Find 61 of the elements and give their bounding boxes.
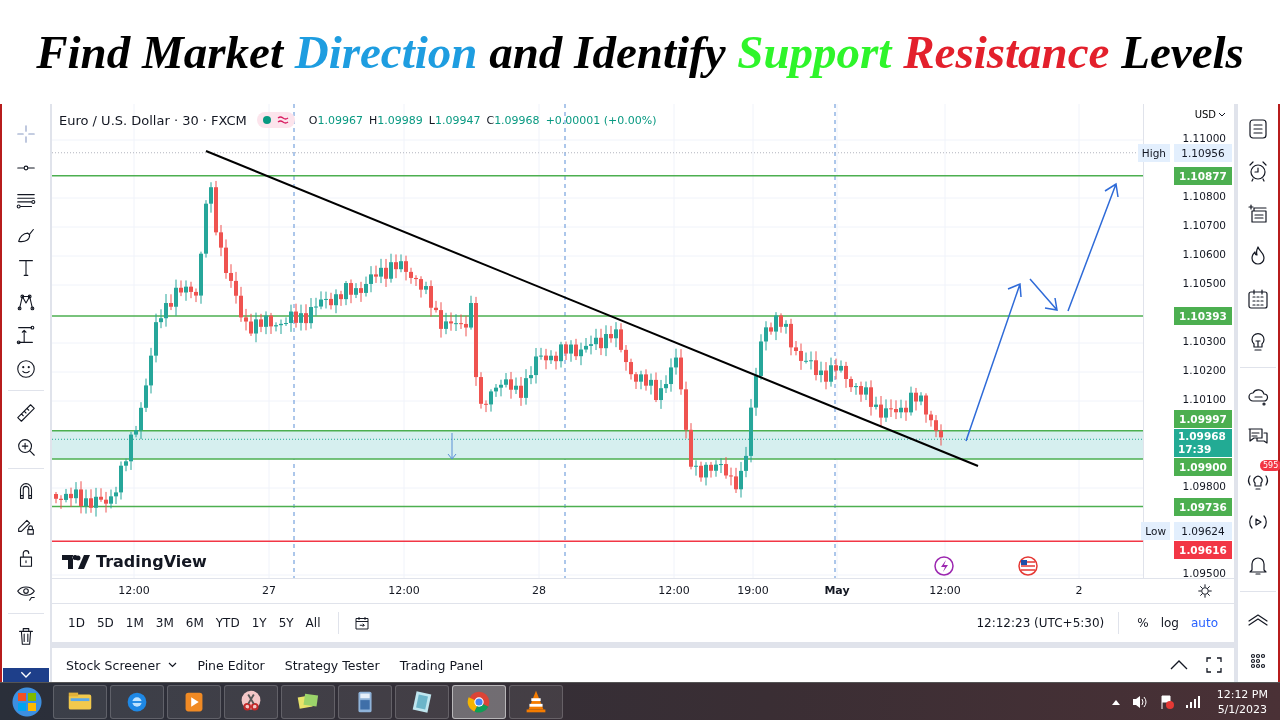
current-price: 1.09968 (1178, 430, 1226, 444)
range-button[interactable]: YTD (211, 614, 244, 633)
ohlc-value: C1.09968 (486, 113, 540, 127)
price-badge: 1.09900 (1174, 458, 1232, 477)
price-badge: 1.10393 (1174, 307, 1232, 326)
price-tick: 1.09500 (1182, 567, 1226, 580)
price-tick: 1.11000 (1182, 132, 1226, 145)
range-button[interactable]: 1Y (247, 614, 271, 633)
symbol-title[interactable]: Euro / U.S. Dollar · 30 · FXCM (59, 112, 247, 128)
price-change: +0.00001 (+0.00%) (545, 113, 657, 127)
scale-button[interactable]: auto (1187, 614, 1222, 633)
range-button[interactable]: 6M (181, 614, 208, 633)
system-clock[interactable]: 12:12 PM 5/1/2023 (1216, 686, 1268, 717)
range-button[interactable]: 3M (151, 614, 178, 633)
range-button[interactable]: 1M (121, 614, 148, 633)
time-label: May (824, 584, 850, 598)
price-tick: 1.10200 (1182, 364, 1226, 377)
price-badge: 1.09736 (1174, 497, 1232, 516)
time-label: 12:00 (388, 584, 420, 598)
price-tick: 1.10600 (1182, 248, 1226, 261)
scale-button[interactable]: % (1133, 614, 1153, 633)
currency-selector[interactable]: USD (1194, 109, 1226, 121)
price-tick: 1.10300 (1182, 335, 1226, 348)
time-label: 19:00 (737, 584, 769, 598)
scale-button[interactable]: log (1156, 614, 1183, 633)
panel-tab[interactable]: Strategy Tester (278, 653, 386, 677)
high-tag: High (1137, 144, 1170, 162)
clock-text[interactable]: 12:12:23 (UTC+5:30) (976, 616, 1105, 631)
time-label: 12:00 (658, 584, 690, 598)
high-price: 1.10956 (1174, 144, 1232, 162)
panel-tab[interactable]: Trading Panel (393, 653, 490, 677)
clock-time: 12:12 PM (1216, 686, 1268, 702)
low-price: 1.09624 (1174, 521, 1232, 540)
time-label: 27 (262, 584, 276, 598)
price-tick: 1.10700 (1182, 219, 1226, 232)
time-label: 2 (1075, 584, 1083, 598)
ohlc-value: H1.09989 (369, 113, 423, 127)
price-badge: 1.10877 (1174, 166, 1232, 185)
panel-tab[interactable]: Pine Editor (191, 653, 271, 677)
ohlc-value: O1.09967 (308, 113, 363, 127)
range-button[interactable]: All (301, 614, 325, 633)
ohlc-value: L1.09947 (428, 113, 481, 127)
range-button[interactable]: 1D (64, 614, 89, 633)
price-badge: 1.09616 (1174, 540, 1232, 559)
price-tick: 1.10800 (1182, 190, 1226, 203)
logo-text: TradingView (96, 552, 207, 572)
range-button[interactable]: 5Y (274, 614, 298, 633)
low-tag: Low (1141, 521, 1170, 540)
notification-badge: 595 (1260, 460, 1280, 472)
time-label: 12:00 (118, 584, 150, 598)
price-tick: 1.10500 (1182, 277, 1226, 290)
range-button[interactable]: 5D (92, 614, 118, 633)
clock-date: 5/1/2023 (1217, 701, 1268, 717)
price-tick: 1.10100 (1182, 393, 1226, 406)
panel-tab[interactable]: Stock Screener (60, 653, 184, 677)
time-label: 12:00 (929, 584, 961, 598)
headline: Find Market Direction and Identify Support Resistance Levels (36, 25, 1244, 80)
time-label: 28 (532, 584, 546, 598)
price-tick: 1.09800 (1182, 480, 1226, 493)
price-badge: 1.09997 (1174, 410, 1232, 429)
bar-countdown: 17:39 (1178, 443, 1212, 457)
